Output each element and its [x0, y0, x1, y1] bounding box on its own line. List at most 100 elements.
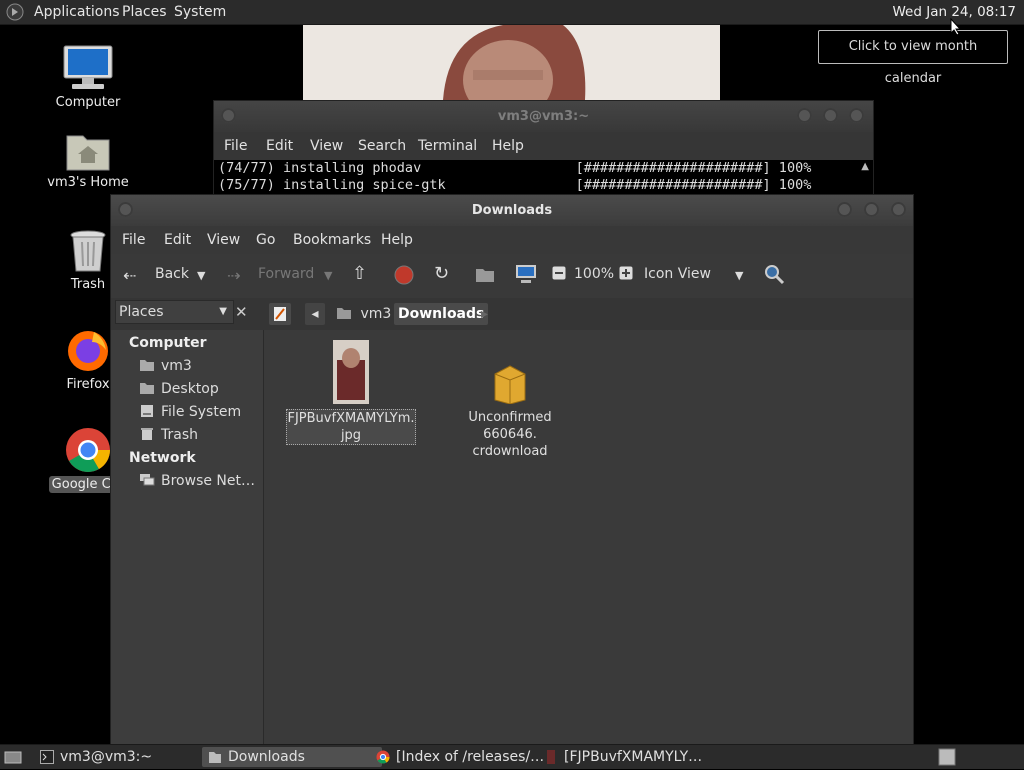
show-desktop-icon[interactable] — [4, 749, 22, 769]
back-arrow-icon[interactable]: ⇠ — [123, 266, 136, 285]
file-item[interactable]: Unconfirmed 660646. crdownload — [440, 364, 580, 460]
system-menu[interactable]: System — [174, 4, 226, 20]
package-icon — [494, 365, 526, 405]
up-arrow-icon[interactable]: ⇧ — [352, 263, 367, 284]
close-sidebar-icon[interactable]: ✕ — [235, 303, 248, 321]
close-button[interactable] — [891, 202, 906, 217]
places-menu[interactable]: Places — [122, 4, 167, 20]
task-label: Downloads — [228, 749, 305, 765]
terminal-line: (75/77) installing spice-gtk [##########… — [218, 177, 812, 193]
desktop-folder-icon — [140, 383, 154, 394]
task-downloads[interactable]: Downloads — [202, 747, 382, 767]
zoom-out-icon[interactable] — [552, 266, 566, 284]
chevron-down-icon: ▼ — [219, 306, 227, 317]
fm-titlebar[interactable]: Downloads — [111, 195, 913, 226]
back-button[interactable]: Back — [155, 266, 189, 282]
breadcrumb-left-arrow-icon[interactable]: ◂ — [305, 303, 325, 325]
fm-title: Downloads — [471, 203, 553, 218]
forward-arrow-icon[interactable]: ⇢ — [227, 266, 240, 285]
menu-terminal[interactable]: Terminal — [418, 138, 477, 154]
chrome-icon — [376, 750, 390, 764]
menu-help[interactable]: Help — [381, 232, 413, 248]
task-label: [Index of /releases/… — [396, 749, 545, 765]
image-viewer-window[interactable] — [303, 25, 720, 100]
menu-help[interactable]: Help — [492, 138, 524, 154]
places-sidebar: Computer vm3 Desktop File System Trash N… — [111, 330, 264, 745]
terminal-window[interactable]: vm3@vm3:~ File Edit View Search Terminal… — [213, 100, 874, 202]
home-icon[interactable] — [475, 265, 495, 287]
scroll-up-icon[interactable]: ▲ — [861, 161, 869, 172]
sidebar-heading-computer: Computer — [129, 335, 207, 351]
menu-view[interactable]: View — [310, 138, 343, 154]
view-mode-dropdown-icon[interactable]: ▼ — [735, 269, 743, 282]
sidebar-item-vm3[interactable]: vm3 — [139, 358, 192, 374]
sidebar-type-select[interactable]: Places ▼ — [115, 300, 234, 324]
menu-bookmarks[interactable]: Bookmarks — [293, 232, 371, 248]
desktop-icon-label: Firefox — [66, 377, 110, 392]
close-button[interactable] — [849, 108, 864, 123]
terminal-menubar: File Edit View Search Terminal Help — [214, 132, 873, 160]
sidebar-item-label: File System — [161, 404, 242, 420]
forward-history-dropdown-icon[interactable]: ▼ — [324, 269, 332, 282]
task-terminal[interactable]: vm3@vm3:~ — [34, 747, 220, 767]
sidebar-item-label: vm3 — [161, 358, 192, 374]
menu-go[interactable]: Go — [256, 232, 275, 248]
image-icon — [547, 750, 555, 764]
search-icon[interactable] — [763, 263, 785, 289]
menu-file[interactable]: File — [224, 138, 247, 154]
file-item[interactable]: FJPBuvfXMAMYLYm. jpg — [286, 340, 416, 445]
forward-button[interactable]: Forward — [258, 266, 314, 282]
terminal-title: vm3@vm3:~ — [497, 109, 590, 124]
view-mode-select[interactable]: Icon View — [644, 266, 711, 282]
bottom-panel: vm3@vm3:~ Downloads [Index of /releases/… — [0, 744, 1024, 769]
task-image-viewer[interactable]: [FJPBuvfXMAMYLY… — [538, 747, 724, 767]
task-label: [FJPBuvfXMAMYLY… — [564, 749, 703, 765]
sidebar-item-label: Trash — [161, 427, 198, 443]
minimize-button[interactable] — [797, 108, 812, 123]
file-name: FJPBuvfXMAMYLYm. jpg — [286, 409, 416, 445]
stop-icon[interactable] — [394, 265, 414, 289]
menu-edit[interactable]: Edit — [164, 232, 191, 248]
zoom-level: 100% — [574, 266, 615, 282]
reload-icon[interactable]: ↻ — [434, 263, 449, 284]
file-manager-window[interactable]: Downloads File Edit View Go Bookmarks He… — [110, 194, 914, 746]
breadcrumb-downloads[interactable]: Downloads — [394, 303, 489, 325]
sidebar-type-label: Places — [119, 304, 164, 320]
breadcrumb-right-arrow-icon[interactable]: ▸ — [481, 303, 488, 325]
menu-search[interactable]: Search — [358, 138, 406, 154]
menu-edit[interactable]: Edit — [266, 138, 293, 154]
sidebar-item-trash[interactable]: Trash — [139, 427, 198, 443]
minimize-button[interactable] — [837, 202, 852, 217]
sidebar-item-desktop[interactable]: Desktop — [139, 381, 219, 397]
workspace-switcher-icon[interactable] — [938, 748, 956, 770]
desktop-icon-home[interactable]: vm3's Home — [38, 128, 138, 191]
terminal-titlebar[interactable]: vm3@vm3:~ — [214, 101, 873, 132]
applications-menu[interactable]: Applications — [34, 4, 120, 20]
desktop-icon-computer[interactable]: Computer — [38, 44, 138, 111]
file-view[interactable]: FJPBuvfXMAMYLYm. jpg Unconfirmed 660646.… — [264, 330, 913, 745]
folder-icon — [209, 752, 221, 763]
network-icon — [140, 474, 155, 486]
sidebar-item-browse-network[interactable]: Browse Net… — [139, 473, 255, 489]
menu-view[interactable]: View — [207, 232, 240, 248]
zoom-in-icon[interactable] — [619, 266, 633, 284]
drive-icon — [141, 405, 153, 417]
gnome-foot-icon[interactable] — [6, 3, 24, 21]
back-history-dropdown-icon[interactable]: ▼ — [197, 269, 205, 282]
desktop-icon-label: Trash — [70, 277, 106, 292]
terminal-icon — [40, 750, 54, 764]
sidebar-item-file-system[interactable]: File System — [139, 404, 241, 420]
home-folder-icon — [66, 135, 110, 171]
breadcrumb-vm3[interactable]: vm3 — [336, 303, 391, 325]
maximize-button[interactable] — [823, 108, 838, 123]
menu-file[interactable]: File — [122, 232, 145, 248]
terminal-output[interactable]: (74/77) installing phodav [#############… — [214, 160, 873, 194]
trash-icon — [141, 428, 153, 440]
home-folder-icon — [140, 360, 154, 371]
task-chrome[interactable]: [Index of /releases/… — [370, 747, 556, 767]
computer-icon[interactable] — [515, 264, 537, 288]
file-name: Unconfirmed 660646. crdownload — [468, 410, 552, 459]
task-label: vm3@vm3:~ — [60, 749, 153, 765]
edit-location-button[interactable] — [269, 303, 291, 325]
maximize-button[interactable] — [864, 202, 879, 217]
